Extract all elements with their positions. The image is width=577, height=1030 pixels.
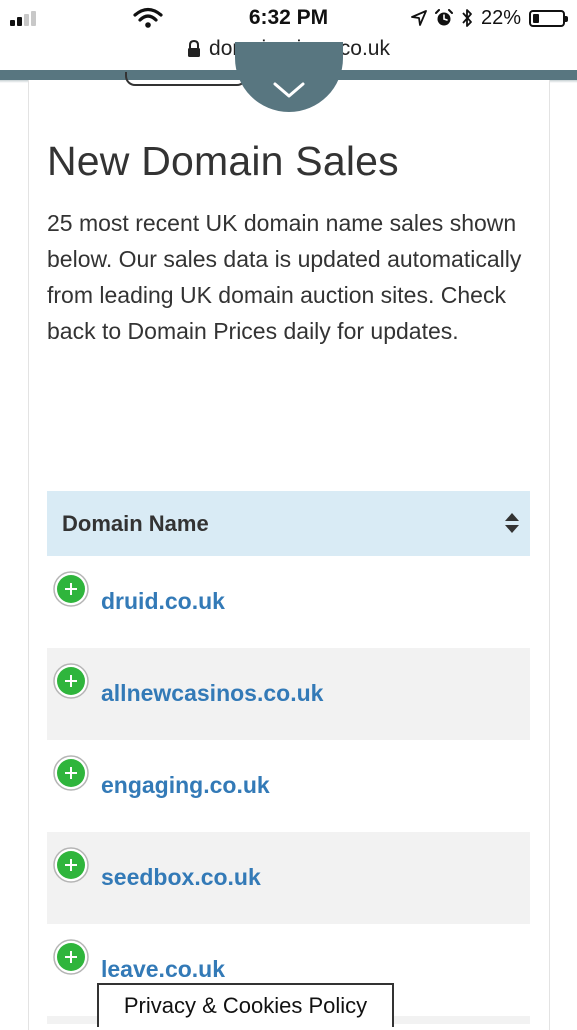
domain-link[interactable]: seedbox.co.uk (101, 864, 261, 891)
bluetooth-icon (462, 9, 472, 27)
table-header-domain-name[interactable]: Domain Name (47, 491, 530, 556)
lock-icon (188, 40, 201, 57)
table-row: seedbox.co.uk (47, 832, 530, 924)
plus-circle-icon[interactable] (52, 754, 90, 792)
plus-circle-icon[interactable] (52, 570, 90, 608)
status-right-group: 22% (411, 6, 568, 30)
battery-percent: 22% (480, 6, 521, 29)
table-row: druid.co.uk (47, 556, 530, 648)
table-row: engaging.co.uk (47, 740, 530, 832)
plus-circle-icon[interactable] (52, 938, 90, 976)
header-button-edge[interactable] (125, 72, 247, 86)
column-header-label: Domain Name (62, 511, 209, 536)
table-row: allnewcasinos.co.uk (47, 648, 530, 740)
domain-link[interactable]: allnewcasinos.co.uk (101, 680, 323, 707)
chevron-down-icon (273, 82, 305, 98)
battery-level-fill (533, 13, 539, 23)
battery-icon (529, 9, 568, 27)
page-title: New Domain Sales (47, 138, 399, 184)
domain-link[interactable]: druid.co.uk (101, 588, 225, 615)
location-arrow-icon (411, 10, 427, 26)
alarm-clock-icon (434, 9, 453, 26)
privacy-cookies-button[interactable]: Privacy & Cookies Policy (97, 983, 394, 1027)
status-bar: 6:32 PM 22% (0, 0, 577, 34)
sort-icon (505, 513, 519, 533)
plus-circle-icon[interactable] (52, 662, 90, 700)
domain-link[interactable]: leave.co.uk (101, 956, 225, 983)
intro-text: 25 most recent UK domain name sales show… (47, 210, 522, 344)
plus-circle-icon[interactable] (52, 846, 90, 884)
domain-link[interactable]: engaging.co.uk (101, 772, 270, 799)
